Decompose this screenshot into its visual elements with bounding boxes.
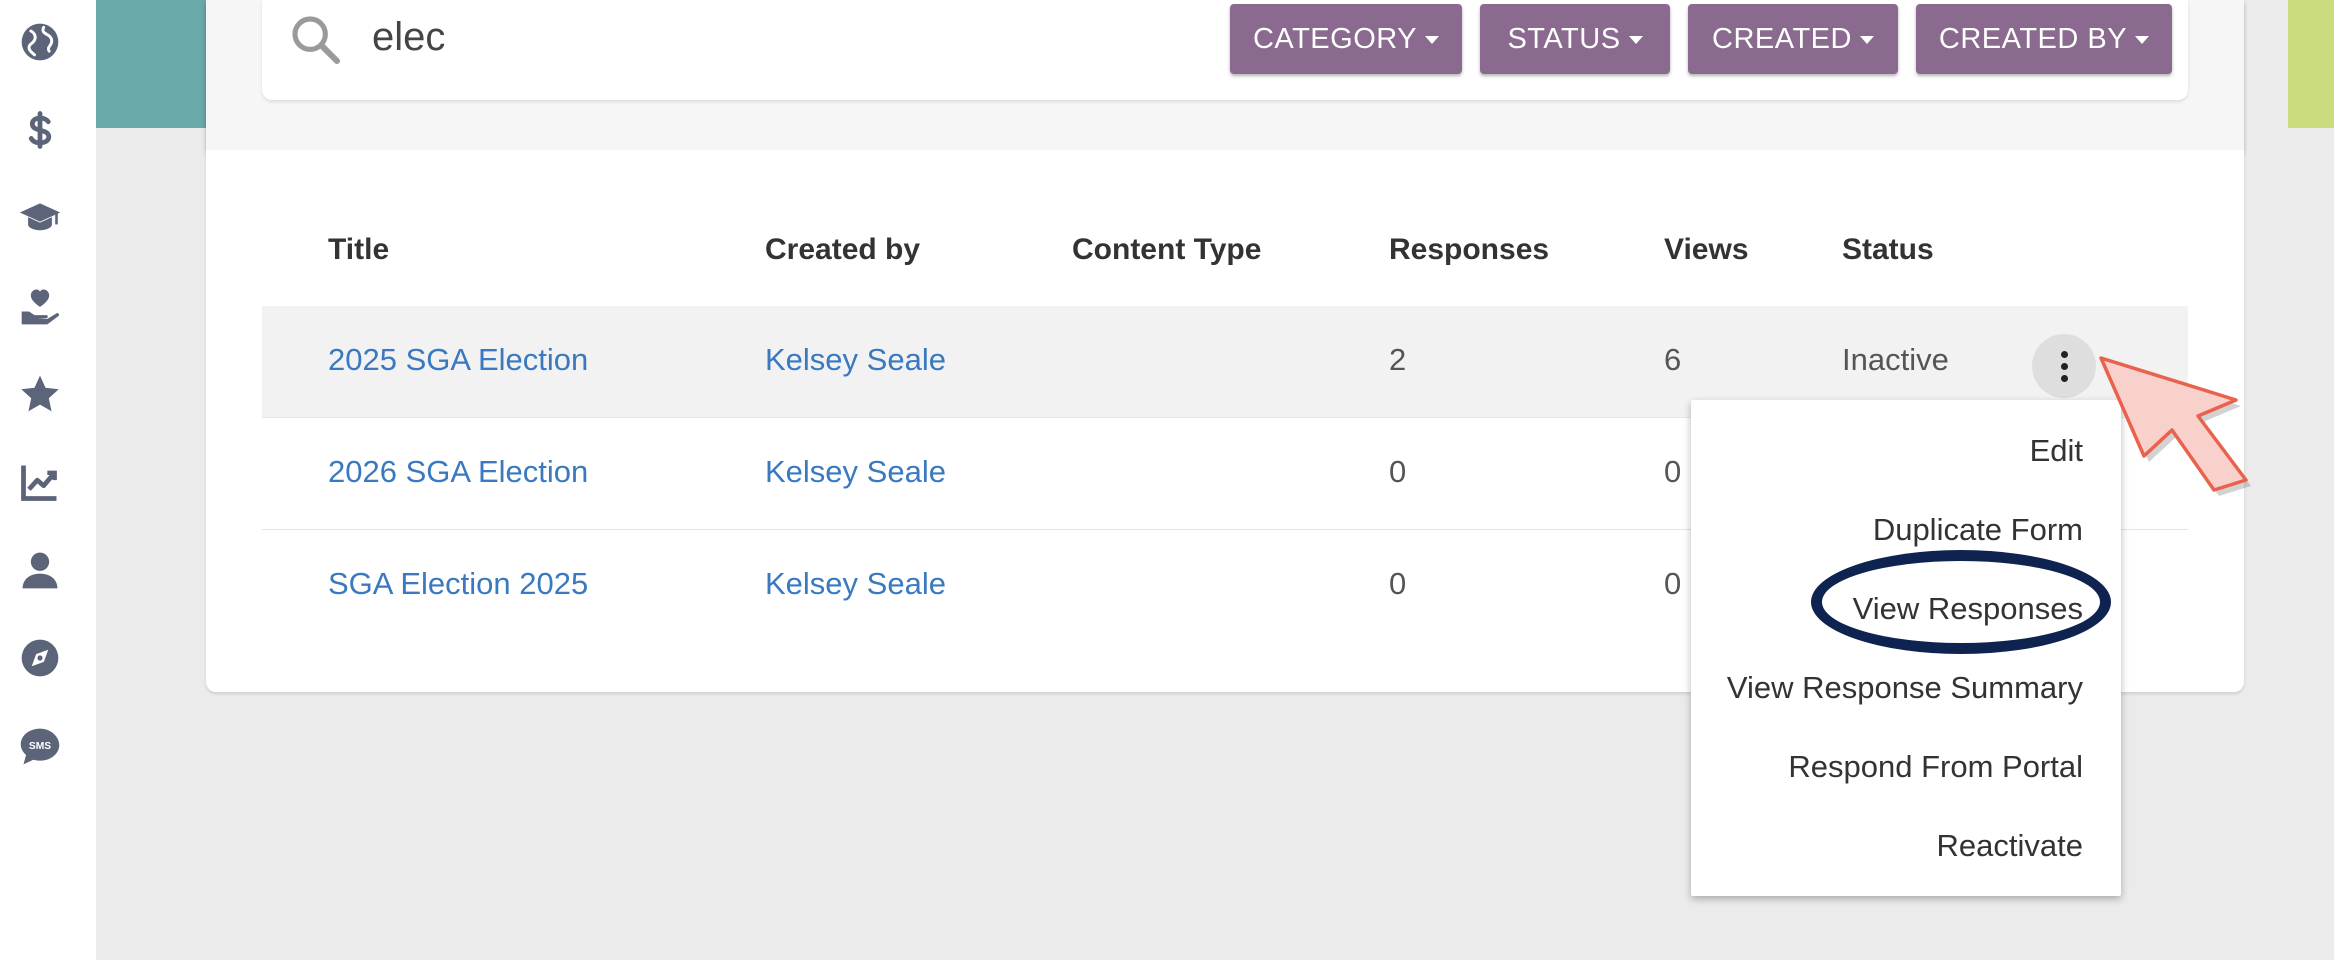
menu-item-duplicate-form[interactable]: Duplicate Form [1873,512,2083,548]
globe-icon[interactable] [16,18,64,66]
caret-down-icon [1859,36,1874,44]
menu-item-reactivate[interactable]: Reactivate [1937,828,2083,864]
responses-cell: 2 [1389,342,1407,377]
responses-cell: 0 [1389,454,1407,489]
header-banner-left [96,0,206,128]
status-cell: Inactive [1842,342,1949,377]
created-filter-label: CREATED [1712,22,1852,55]
search-input[interactable] [372,6,1072,68]
hand-heart-icon[interactable] [16,282,64,330]
sms-label: SMS [29,741,51,752]
created-by-filter-button[interactable]: CREATED BY [1916,4,2172,74]
menu-item-view-response-summary[interactable]: View Response Summary [1727,670,2083,706]
column-header-views[interactable]: Views [1664,233,1749,267]
row-actions-menu: Edit Duplicate Form View Responses View … [1691,400,2121,896]
created-by-link[interactable]: Kelsey Seale [765,454,946,490]
filter-panel: CATEGORY STATUS CREATED CREATED BY [206,0,2244,150]
status-filter-label: STATUS [1507,22,1621,55]
star-icon[interactable] [16,370,64,418]
views-cell: 0 [1664,566,1682,601]
menu-item-view-responses[interactable]: View Responses [1853,591,2083,627]
caret-down-icon [1425,36,1440,44]
form-title-link[interactable]: 2026 SGA Election [328,454,588,490]
status-filter-button[interactable]: STATUS [1480,4,1670,74]
pointer-arrow-icon [2099,356,2251,496]
caret-down-icon [1628,36,1643,44]
menu-item-edit[interactable]: Edit [2030,433,2083,469]
user-icon[interactable] [16,546,64,594]
category-filter-label: CATEGORY [1252,22,1418,55]
created-by-filter-label: CREATED BY [1938,22,2128,55]
sidebar-nav: SMS [0,0,96,960]
compass-icon[interactable] [16,634,64,682]
sms-icon[interactable]: SMS [16,722,64,770]
graduation-cap-icon[interactable] [16,194,64,242]
column-header-created-by[interactable]: Created by [765,233,920,267]
column-header-content-type[interactable]: Content Type [1072,233,1261,267]
column-header-status[interactable]: Status [1842,233,1934,267]
created-filter-button[interactable]: CREATED [1688,4,1898,74]
form-title-link[interactable]: SGA Election 2025 [328,566,588,602]
search-bar [262,0,2188,100]
form-title-link[interactable]: 2025 SGA Election [328,342,588,378]
caret-down-icon [2135,36,2150,44]
menu-item-respond-from-portal[interactable]: Respond From Portal [1788,749,2083,785]
created-by-link[interactable]: Kelsey Seale [765,342,946,378]
dollar-icon[interactable] [16,106,64,154]
column-header-responses[interactable]: Responses [1389,233,1549,267]
views-cell: 6 [1664,342,1682,377]
header-banner-right [2288,0,2334,128]
chart-line-icon[interactable] [16,458,64,506]
created-by-link[interactable]: Kelsey Seale [765,566,946,602]
category-filter-button[interactable]: CATEGORY [1230,4,1462,74]
views-cell: 0 [1664,454,1682,489]
search-icon [292,16,341,65]
responses-cell: 0 [1389,566,1407,601]
column-header-title[interactable]: Title [328,233,389,267]
